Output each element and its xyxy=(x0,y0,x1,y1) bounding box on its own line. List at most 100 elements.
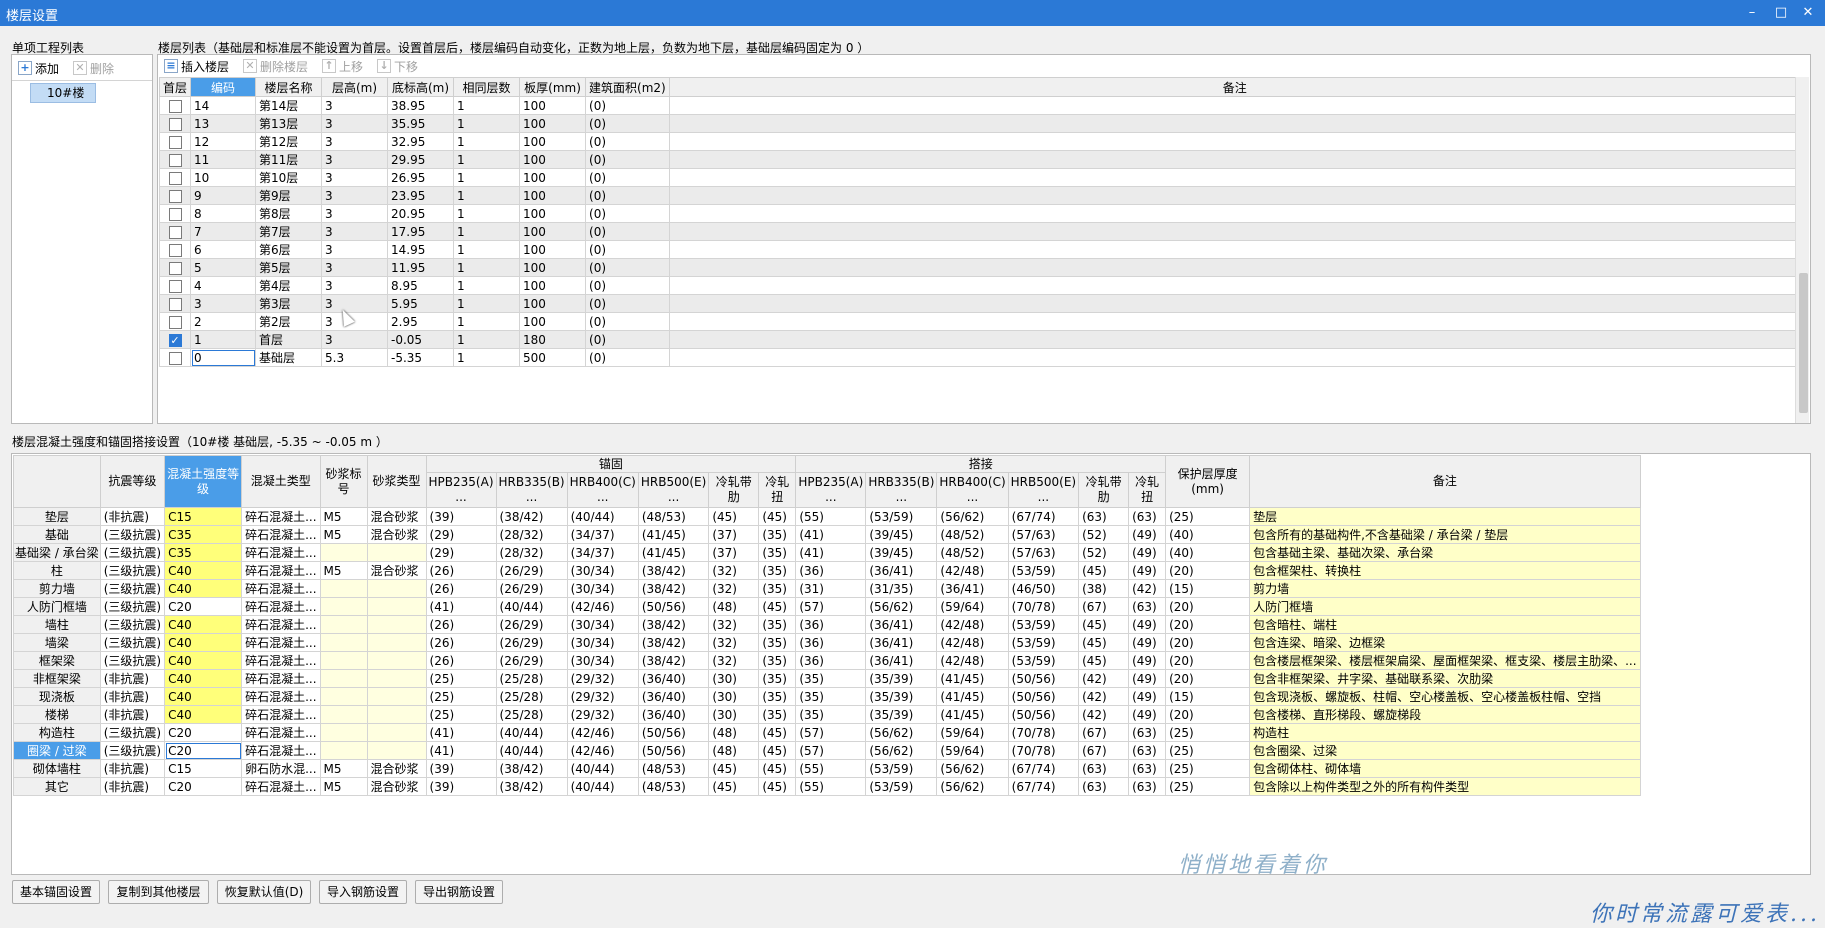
concrete-cell[interactable]: (32) xyxy=(708,561,760,580)
bottom-button-2[interactable]: 恢复默认值(D) xyxy=(217,880,311,904)
component-name[interactable]: 砌体墙柱 xyxy=(13,759,101,778)
first-floor-cell[interactable] xyxy=(158,222,192,241)
component-name[interactable]: 基础 xyxy=(13,525,101,544)
concrete-row[interactable]: 其它 (非抗震) C20 碎石混凝土... M5 混合砂浆 (39) (38/42) (40/4… xyxy=(13,777,1641,796)
floor-cell-elev[interactable]: 8.95 xyxy=(387,276,455,295)
floor-cell-elev[interactable]: -0.05 xyxy=(387,330,455,349)
floor-cell-same[interactable]: 1 xyxy=(453,330,521,349)
floor-cell-area[interactable]: (0) xyxy=(585,150,670,169)
floor-cell-h[interactable]: 3 xyxy=(321,186,389,205)
floor-cell-slab[interactable]: 100 xyxy=(519,114,587,133)
concrete-cell[interactable]: (30/34) xyxy=(566,561,639,580)
concrete-cell[interactable]: (40/44) xyxy=(566,507,639,526)
rebar-col-header[interactable]: HRB500(E) ... xyxy=(1007,472,1080,508)
floor-cell-note[interactable] xyxy=(668,150,1801,169)
floor-cell-same[interactable]: 1 xyxy=(453,222,521,241)
concrete-cell[interactable]: (45) xyxy=(708,777,760,796)
floor-cell-name[interactable]: 第2层 xyxy=(255,312,323,331)
concrete-cell[interactable]: (25/28) xyxy=(495,705,568,724)
concrete-cell[interactable] xyxy=(366,597,427,616)
concrete-cell[interactable]: (35) xyxy=(795,687,867,706)
floor-cell-code[interactable]: 2 xyxy=(190,312,257,331)
concrete-cell[interactable] xyxy=(319,633,368,652)
floor-cell-code[interactable]: 8 xyxy=(190,204,257,223)
rebar-col-header[interactable]: HRB335(B) ... xyxy=(865,472,938,508)
floor-cell-slab[interactable]: 100 xyxy=(519,240,587,259)
concrete-cell[interactable]: (20) xyxy=(1165,669,1251,688)
floor-cell-area[interactable]: (0) xyxy=(585,348,670,367)
concrete-cell[interactable]: (35) xyxy=(758,669,797,688)
floor-cell-slab[interactable]: 100 xyxy=(519,258,587,277)
concrete-cell[interactable]: (42/48) xyxy=(936,561,1009,580)
concrete-cell[interactable]: (38/42) xyxy=(637,579,710,598)
concrete-cell[interactable]: (30) xyxy=(708,687,760,706)
concrete-cell[interactable]: (30/34) xyxy=(566,579,639,598)
concrete-cell[interactable]: (40/44) xyxy=(495,723,568,742)
concrete-cell[interactable]: (59/64) xyxy=(936,597,1009,616)
concrete-cell[interactable]: (52) xyxy=(1078,543,1130,562)
concrete-cell[interactable]: 碎石混凝土... xyxy=(241,741,321,760)
floor-row[interactable]: 0 基础层 5.3 -5.35 1 500 (0) xyxy=(158,348,1801,367)
concrete-cell[interactable]: (41) xyxy=(425,723,497,742)
concrete-cell[interactable]: (38/42) xyxy=(637,651,710,670)
minimize-button[interactable]: – xyxy=(1741,3,1763,23)
concrete-cell[interactable] xyxy=(366,579,427,598)
concrete-cell[interactable]: 包含除以上构件类型之外的所有构件类型 xyxy=(1249,777,1641,796)
concrete-cell[interactable]: C40 xyxy=(164,561,243,580)
concrete-col-header[interactable]: 混凝土类型 xyxy=(241,455,321,508)
cover-col-header[interactable]: 保护层厚度(mm) xyxy=(1165,455,1251,508)
floor-cell-code[interactable]: 6 xyxy=(190,240,257,259)
floor-cell-name[interactable]: 第10层 xyxy=(255,168,323,187)
floor-cell-area[interactable]: (0) xyxy=(585,330,670,349)
floor-cell-area[interactable]: (0) xyxy=(585,132,670,151)
concrete-cell[interactable]: 包含砌体柱、砌体墙 xyxy=(1249,759,1641,778)
concrete-cell[interactable]: 包含框架柱、转换柱 xyxy=(1249,561,1641,580)
first-floor-checkbox[interactable] xyxy=(168,261,182,275)
concrete-cell[interactable]: 包含暗柱、端柱 xyxy=(1249,615,1641,634)
concrete-cell[interactable]: (32) xyxy=(708,651,760,670)
concrete-cell[interactable]: (45) xyxy=(758,723,797,742)
concrete-cell[interactable]: M5 xyxy=(319,525,368,544)
project-item-10[interactable]: 10#楼 xyxy=(30,83,96,103)
concrete-cell[interactable]: (53/59) xyxy=(1007,615,1080,634)
floor-cell-elev[interactable]: 11.95 xyxy=(387,258,455,277)
rebar-col-header[interactable]: HRB400(C) ... xyxy=(936,472,1009,508)
floor-cell-area[interactable]: (0) xyxy=(585,258,670,277)
floor-row[interactable]: 14 第14层 3 38.95 1 100 (0) xyxy=(158,96,1801,115)
concrete-cell[interactable]: (55) xyxy=(795,777,867,796)
floor-cell-same[interactable]: 1 xyxy=(453,96,521,115)
floor-cell-same[interactable]: 1 xyxy=(453,312,521,331)
concrete-cell[interactable]: (53/59) xyxy=(1007,633,1080,652)
concrete-cell[interactable]: (29/32) xyxy=(566,669,639,688)
concrete-cell[interactable]: C20 xyxy=(164,597,243,616)
floor-cell-area[interactable]: (0) xyxy=(585,204,670,223)
concrete-cell[interactable]: (三级抗震) xyxy=(99,633,166,652)
floor-col-header[interactable]: 建筑面积(m2) xyxy=(585,77,670,97)
first-floor-cell[interactable] xyxy=(158,294,192,313)
floor-cell-slab[interactable]: 100 xyxy=(519,186,587,205)
floor-cell-h[interactable]: 5.3 xyxy=(321,348,389,367)
concrete-cell[interactable]: (49) xyxy=(1128,615,1167,634)
concrete-cell[interactable]: (41) xyxy=(425,741,497,760)
concrete-row[interactable]: 砌体墙柱 (非抗震) C15 卵石防水混... M5 混合砂浆 (39) (38/42) (40… xyxy=(13,759,1641,778)
concrete-cell[interactable]: (41) xyxy=(795,543,867,562)
floor-cell-h[interactable]: 3 xyxy=(321,330,389,349)
floor-row[interactable]: ✓ 1 首层 3 -0.05 1 180 (0) xyxy=(158,330,1801,349)
concrete-cell[interactable]: (三级抗震) xyxy=(99,597,166,616)
floor-cell-h[interactable]: 3 xyxy=(321,258,389,277)
floor-cell-code[interactable]: 11 xyxy=(190,150,257,169)
floor-col-header[interactable]: 层高(m) xyxy=(321,77,389,97)
floor-cell-h[interactable]: 3 xyxy=(321,222,389,241)
concrete-cell[interactable]: (35) xyxy=(795,705,867,724)
concrete-cell[interactable]: (36/40) xyxy=(637,669,710,688)
concrete-cell[interactable]: (48/52) xyxy=(936,525,1009,544)
concrete-cell[interactable]: (49) xyxy=(1128,633,1167,652)
concrete-cell[interactable]: (48/53) xyxy=(637,507,710,526)
concrete-cell[interactable]: (50/56) xyxy=(637,723,710,742)
concrete-cell[interactable]: 卵石防水混... xyxy=(241,759,321,778)
concrete-cell[interactable] xyxy=(319,669,368,688)
component-name[interactable]: 垫层 xyxy=(13,507,101,526)
concrete-cell[interactable]: (36) xyxy=(795,615,867,634)
concrete-cell[interactable]: (42/46) xyxy=(566,741,639,760)
floor-cell-note[interactable] xyxy=(668,312,1801,331)
